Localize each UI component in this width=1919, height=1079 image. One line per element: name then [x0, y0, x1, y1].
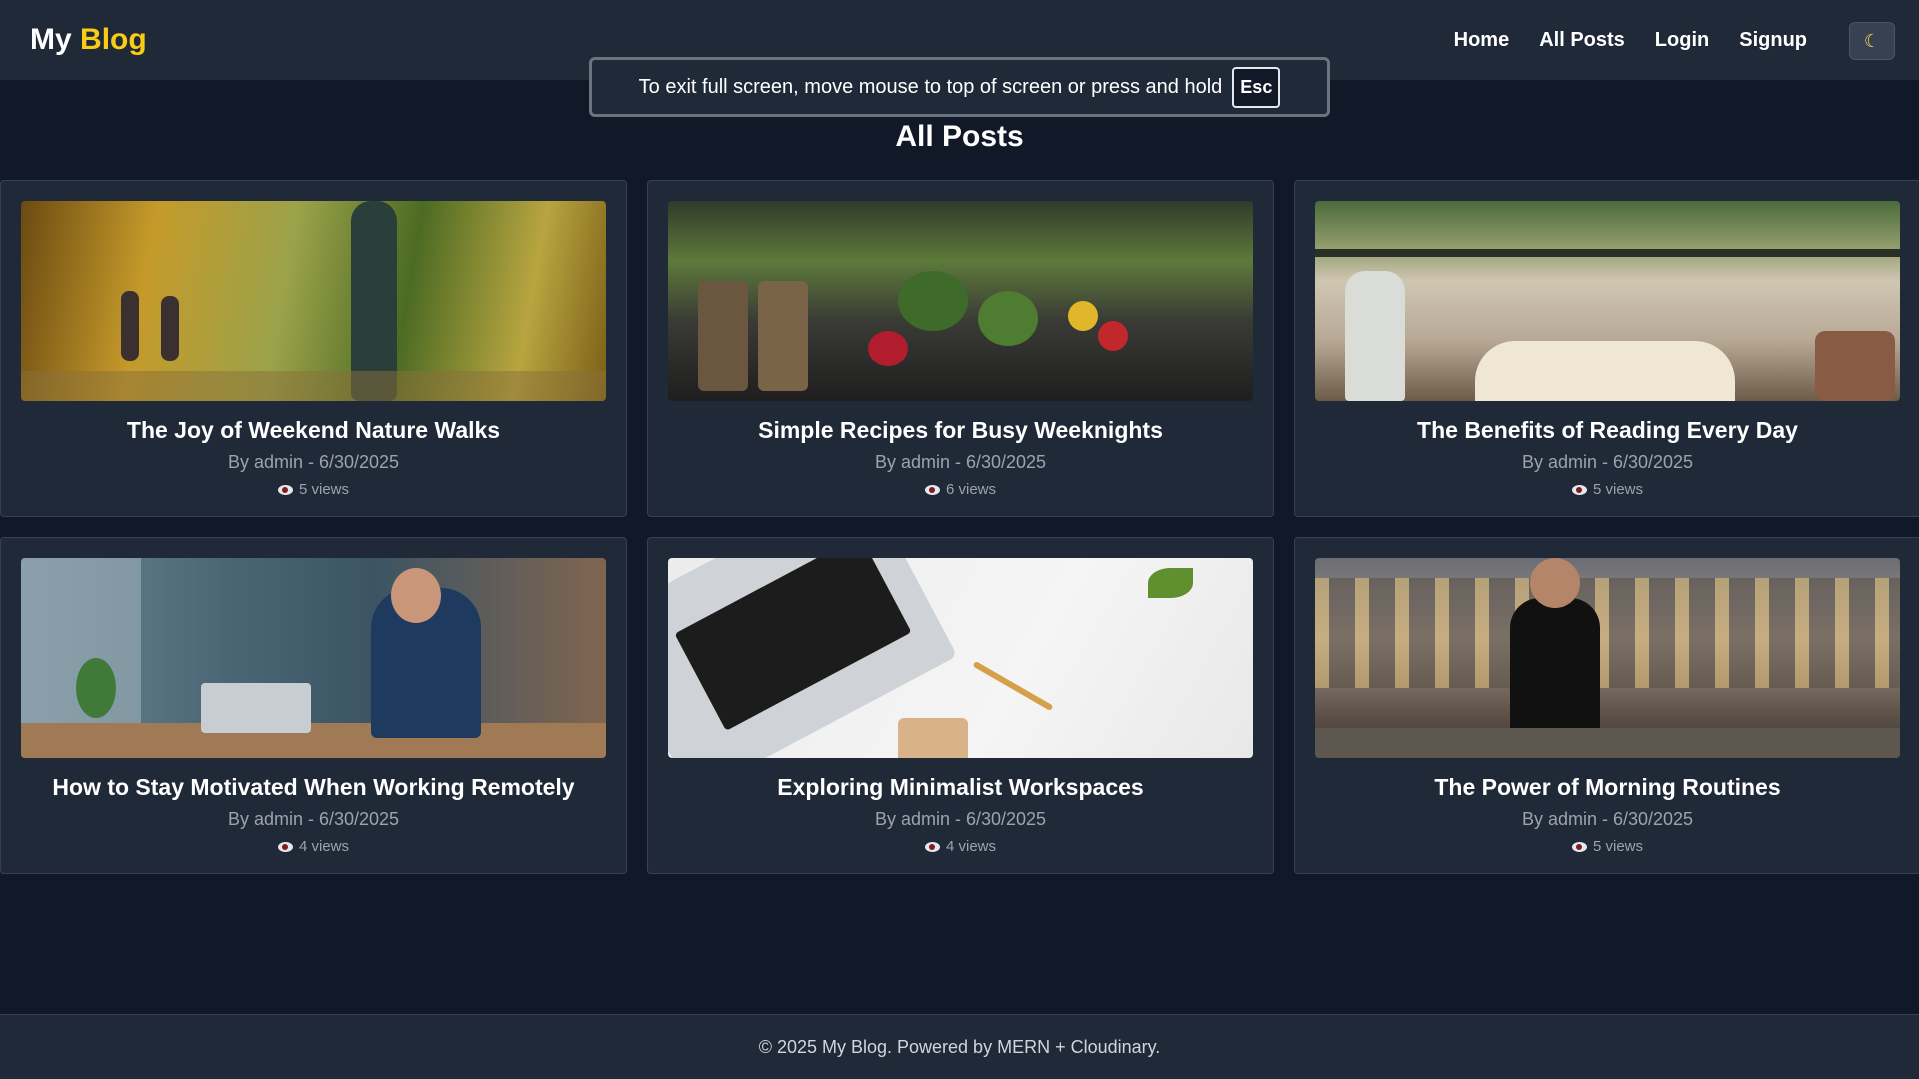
nav-link-login[interactable]: Login [1655, 29, 1709, 52]
post-meta: By admin - 6/30/2025 [874, 452, 1047, 472]
brand-logo[interactable]: My Blog [30, 23, 147, 57]
eye-icon [924, 484, 940, 495]
eye-icon [924, 841, 940, 852]
post-thumbnail-morning-routine [1315, 558, 1900, 758]
post-title[interactable]: Exploring Minimalist Workspaces [668, 774, 1253, 801]
post-thumbnail-reading [1315, 201, 1900, 401]
post-views-count: 5 views [298, 481, 350, 498]
brand-main: My [30, 23, 72, 56]
post-views-count: 5 views [1592, 481, 1644, 498]
post-card[interactable]: The Power of Morning Routines By admin -… [1294, 537, 1919, 874]
post-title[interactable]: The Benefits of Reading Every Day [1315, 417, 1900, 444]
eye-icon [1571, 841, 1587, 852]
post-card[interactable]: Exploring Minimalist Workspaces By admin… [647, 537, 1274, 874]
post-title[interactable]: The Joy of Weekend Nature Walks [21, 417, 606, 444]
post-card[interactable]: The Benefits of Reading Every Day By adm… [1294, 180, 1919, 517]
page-title: All Posts [895, 120, 1024, 153]
brand-accent: Blog [80, 23, 147, 56]
post-meta: By admin - 6/30/2025 [1521, 452, 1694, 472]
post-views: 5 views [21, 481, 606, 498]
nav-link-all-posts[interactable]: All Posts [1539, 29, 1625, 52]
posts-grid: The Joy of Weekend Nature Walks By admin… [0, 180, 1919, 874]
nav-link-signup[interactable]: Signup [1739, 29, 1807, 52]
eye-icon [277, 484, 293, 495]
theme-toggle-button[interactable]: ☾ [1849, 22, 1895, 60]
post-title[interactable]: The Power of Morning Routines [1315, 774, 1900, 801]
post-views-count: 6 views [945, 481, 997, 498]
nav-link-home[interactable]: Home [1454, 29, 1510, 52]
esc-key: Esc [1232, 66, 1281, 108]
fullscreen-notice-text: To exit full screen, move mouse to top o… [638, 75, 1223, 98]
nav-links: Home All Posts Login Signup [1454, 0, 1807, 80]
eye-icon [1571, 484, 1587, 495]
post-views-count: 5 views [1592, 838, 1644, 855]
moon-icon: ☾ [1863, 30, 1881, 51]
post-title[interactable]: Simple Recipes for Busy Weeknights [668, 417, 1253, 444]
post-meta: By admin - 6/30/2025 [1521, 809, 1694, 829]
post-thumbnail-recipes [668, 201, 1253, 401]
post-views-count: 4 views [945, 838, 997, 855]
post-views: 5 views [1315, 481, 1900, 498]
post-views: 6 views [668, 481, 1253, 498]
post-card[interactable]: The Joy of Weekend Nature Walks By admin… [0, 180, 627, 517]
post-meta: By admin - 6/30/2025 [874, 809, 1047, 829]
post-meta: By admin - 6/30/2025 [227, 809, 400, 829]
footer: © 2025 My Blog. Powered by MERN + Cloudi… [0, 1014, 1919, 1079]
post-meta: By admin - 6/30/2025 [227, 452, 400, 472]
post-card[interactable]: How to Stay Motivated When Working Remot… [0, 537, 627, 874]
post-title[interactable]: How to Stay Motivated When Working Remot… [21, 774, 606, 801]
post-thumbnail-remote-work [21, 558, 606, 758]
footer-text: © 2025 My Blog. Powered by MERN + Cloudi… [758, 1036, 1161, 1057]
post-views-count: 4 views [298, 838, 350, 855]
post-views: 4 views [668, 838, 1253, 855]
fullscreen-notice: To exit full screen, move mouse to top o… [589, 57, 1330, 117]
post-views: 4 views [21, 838, 606, 855]
eye-icon [277, 841, 293, 852]
post-thumbnail-nature-walk [21, 201, 606, 401]
post-card[interactable]: Simple Recipes for Busy Weeknights By ad… [647, 180, 1274, 517]
post-thumbnail-minimalist-workspace [668, 558, 1253, 758]
post-views: 5 views [1315, 838, 1900, 855]
